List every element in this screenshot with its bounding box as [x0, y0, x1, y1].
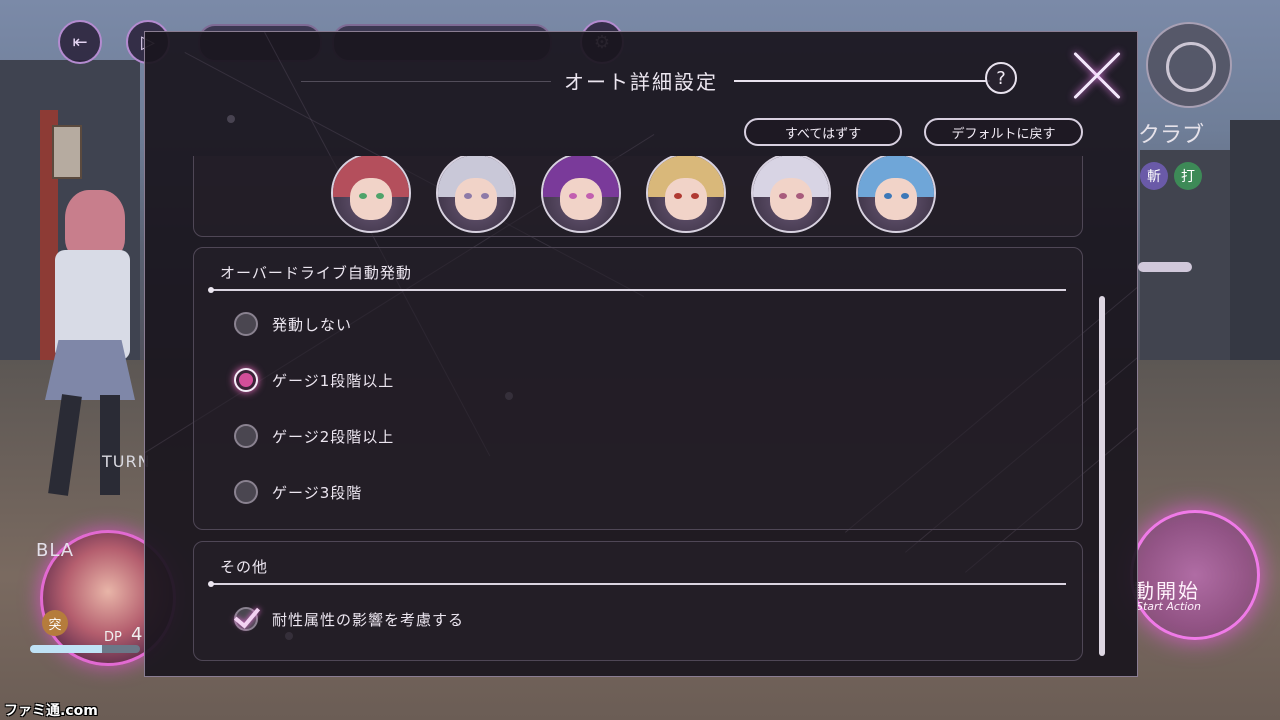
gauge-bar — [1138, 262, 1192, 272]
attack-type-badge: 突 — [42, 610, 68, 636]
scrollbar[interactable] — [1099, 296, 1105, 656]
radio-button[interactable] — [234, 312, 258, 336]
character-portrait[interactable] — [751, 156, 831, 233]
hp-bar-fill — [30, 645, 102, 653]
unit-name: BLA — [36, 540, 75, 561]
club-label: クラブ — [1138, 123, 1205, 148]
settings-scroll-area[interactable]: オーバードライブ自動発動 発動しないゲージ1段階以上 ゲージ2段階以上 ゲージ3段階… — [193, 156, 1103, 666]
title-divider — [734, 80, 990, 82]
dp-label: DP — [104, 630, 122, 645]
overdrive-option[interactable]: ゲージ2段階以上 — [234, 421, 394, 451]
overdrive-option[interactable]: 発動しない — [234, 309, 352, 339]
radio-button[interactable] — [234, 424, 258, 448]
hp-bar — [30, 645, 140, 653]
character-select-panel — [193, 156, 1083, 237]
strike-attribute-icon: 打 — [1174, 162, 1202, 190]
close-icon[interactable] — [1071, 50, 1123, 102]
section-divider — [208, 287, 1066, 293]
overdrive-option-label: 発動しない — [272, 315, 353, 334]
overdrive-option[interactable]: ゲージ1段階以上 — [234, 365, 394, 395]
other-heading: その他 — [220, 558, 269, 576]
other-panel: その他 耐性属性の影響を考慮する — [193, 541, 1083, 661]
overdrive-option[interactable]: ゲージ3段階 — [234, 477, 362, 507]
overdrive-panel: オーバードライブ自動発動 発動しないゲージ1段階以上 ゲージ2段階以上 ゲージ3段階 — [193, 247, 1083, 530]
radio-button[interactable] — [234, 368, 258, 392]
auto-settings-dialog: オート詳細設定 ? すべてはずす デフォルトに戻す オーバードライブ自動発動 発… — [144, 31, 1138, 677]
start-action-sublabel: Start Action — [1136, 600, 1202, 613]
character-portrait[interactable] — [541, 156, 621, 233]
slash-attribute-icon: 斬 — [1140, 162, 1168, 190]
dp-value: 4 — [131, 624, 143, 645]
check-icon — [233, 601, 261, 629]
overdrive-option-label: ゲージ2段階以上 — [272, 427, 395, 446]
clear-all-button[interactable]: すべてはずす — [744, 118, 902, 146]
character-portrait[interactable] — [436, 156, 516, 233]
section-divider — [208, 581, 1066, 587]
overdrive-option-label: ゲージ3段階 — [272, 483, 363, 502]
background-lantern — [52, 125, 82, 179]
character-portrait[interactable] — [646, 156, 726, 233]
exit-icon[interactable]: ⇤ — [58, 20, 102, 64]
help-button[interactable]: ? — [985, 62, 1017, 94]
overdrive-option-label: ゲージ1段階以上 — [272, 371, 395, 390]
watermark: ファミ通.com — [4, 703, 98, 719]
consider-resistance-option[interactable]: 耐性属性の影響を考慮する — [233, 601, 465, 634]
checkbox[interactable] — [233, 601, 261, 631]
overdrive-heading: オーバードライブ自動発動 — [220, 264, 412, 282]
radio-button[interactable] — [234, 480, 258, 504]
consider-resistance-label: 耐性属性の影響を考慮する — [272, 610, 465, 629]
character-portrait[interactable] — [856, 156, 936, 233]
emblem-icon[interactable] — [1146, 22, 1232, 108]
reset-default-button[interactable]: デフォルトに戻す — [924, 118, 1083, 146]
character-portrait[interactable] — [331, 156, 411, 233]
